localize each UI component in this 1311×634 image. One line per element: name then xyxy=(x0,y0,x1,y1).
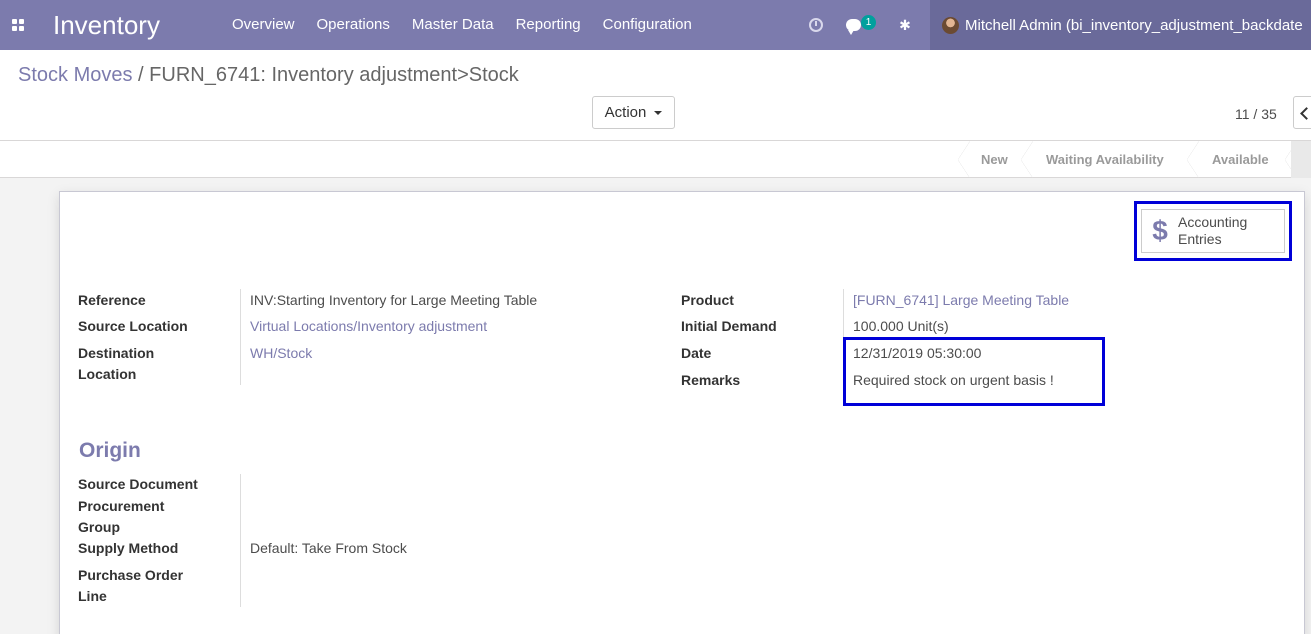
statusbar: New Waiting Availability Available xyxy=(0,141,1311,178)
breadcrumb-stock-moves[interactable]: Stock Moves xyxy=(18,64,132,86)
activity-clock-icon[interactable] xyxy=(808,0,824,50)
field-divider xyxy=(240,474,241,607)
app-switcher-icon[interactable] xyxy=(0,0,36,50)
action-button[interactable]: Action xyxy=(592,96,675,129)
menu-overview[interactable]: Overview xyxy=(221,0,306,50)
source-location-link[interactable]: Virtual Locations/Inventory adjustment xyxy=(250,316,487,337)
product-link[interactable]: [FURN_6741] Large Meeting Table xyxy=(853,290,1069,311)
supply-method-value: Default: Take From Stock xyxy=(250,540,407,556)
menu-operations[interactable]: Operations xyxy=(306,0,401,50)
destination-location-link[interactable]: WH/Stock xyxy=(250,343,312,364)
avatar xyxy=(942,16,959,34)
stage-waiting-availability[interactable]: Waiting Availability xyxy=(1046,141,1164,178)
main-menu: Overview Operations Master Data Reportin… xyxy=(221,0,703,50)
purchase-order-line-label: Purchase Order Line xyxy=(78,567,184,604)
destination-location-label: Destination Location xyxy=(78,345,155,382)
product-label: Product xyxy=(681,292,734,308)
stage-divider xyxy=(958,141,970,178)
messages-icon[interactable] xyxy=(845,0,861,50)
initial-demand-label: Initial Demand xyxy=(681,318,777,334)
highlight-box-date-remarks xyxy=(843,337,1105,406)
supply-method-label: Supply Method xyxy=(78,540,179,556)
user-name: Mitchell Admin (bi_inventory_adjustment_… xyxy=(965,16,1303,34)
menu-master-data[interactable]: Master Data xyxy=(401,0,505,50)
source-document-label: Source Document xyxy=(78,476,198,492)
stage-new[interactable]: New xyxy=(981,141,1008,178)
field-divider xyxy=(240,289,241,385)
highlight-box-accounting xyxy=(1134,201,1292,261)
breadcrumb-current: FURN_6741: Inventory adjustment>Stock xyxy=(149,64,519,86)
reference-label: Reference xyxy=(78,292,146,308)
form-sheet xyxy=(59,191,1305,634)
breadcrumb-separator: / xyxy=(138,64,144,86)
action-button-label: Action xyxy=(604,104,647,121)
stage-divider xyxy=(1021,141,1033,178)
procurement-group-label: Procurement Group xyxy=(78,498,165,535)
date-label: Date xyxy=(681,345,712,361)
debug-bug-icon[interactable]: ✱ xyxy=(897,0,913,50)
messages-badge: 1 xyxy=(861,15,876,30)
stage-current[interactable] xyxy=(1291,141,1311,178)
caret-down-icon xyxy=(654,110,663,115)
user-menu[interactable]: Mitchell Admin (bi_inventory_adjustment_… xyxy=(930,0,1311,50)
stage-available[interactable]: Available xyxy=(1212,141,1269,178)
pager-previous-button[interactable] xyxy=(1293,96,1311,129)
field-divider xyxy=(843,289,844,339)
menu-configuration[interactable]: Configuration xyxy=(592,0,703,50)
pager-value[interactable]: 11 / 35 xyxy=(1235,106,1277,122)
reference-value: INV:Starting Inventory for Large Meeting… xyxy=(250,292,538,308)
menu-reporting[interactable]: Reporting xyxy=(505,0,592,50)
remarks-label: Remarks xyxy=(681,372,741,388)
source-location-label: Source Location xyxy=(78,318,188,334)
origin-section-title: Origin xyxy=(79,439,141,462)
control-panel: Stock Moves / FURN_6741: Inventory adjus… xyxy=(0,50,1311,141)
initial-demand-value: 100.000 Unit(s) xyxy=(853,318,949,334)
breadcrumb: Stock Moves / FURN_6741: Inventory adjus… xyxy=(18,64,519,87)
top-navbar: Inventory Overview Operations Master Dat… xyxy=(0,0,1311,50)
stage-divider xyxy=(1187,141,1199,178)
app-title[interactable]: Inventory xyxy=(53,10,160,41)
